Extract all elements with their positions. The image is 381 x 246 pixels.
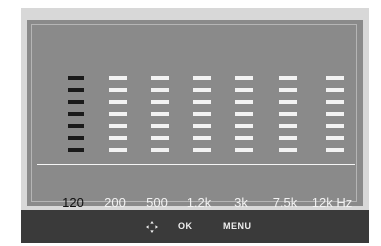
eq-level-segment bbox=[279, 76, 297, 80]
eq-band-label: 120 bbox=[62, 195, 84, 210]
eq-level-segment bbox=[151, 124, 169, 128]
eq-band-label: 200 bbox=[104, 195, 126, 210]
eq-level-segment bbox=[109, 76, 127, 80]
eq-level-segment bbox=[151, 76, 169, 80]
eq-level-segment bbox=[279, 148, 297, 152]
eq-level-segment bbox=[326, 124, 344, 128]
eq-level-segment bbox=[68, 136, 84, 140]
eq-band-label: 12k Hz bbox=[311, 195, 353, 210]
eq-level-bar bbox=[135, 71, 179, 161]
eq-level-segment bbox=[68, 148, 84, 152]
eq-level-segment bbox=[279, 112, 297, 116]
eq-level-segment bbox=[326, 148, 344, 152]
eq-level-segment bbox=[326, 112, 344, 116]
eq-level-segment bbox=[235, 76, 253, 80]
eq-level-segment bbox=[279, 124, 297, 128]
eq-level-bar bbox=[177, 71, 221, 161]
eq-level-segment bbox=[109, 112, 127, 116]
equalizer-bands: 120 200 500 1.2k 3k 7.5k 12k Hz bbox=[27, 20, 363, 210]
eq-level-bar bbox=[310, 71, 354, 161]
eq-band-label: 7.5k bbox=[272, 195, 298, 210]
four-way-arrows-icon bbox=[146, 221, 158, 233]
eq-level-segment bbox=[326, 76, 344, 80]
eq-level-segment bbox=[68, 88, 84, 92]
eq-level-segment bbox=[279, 100, 297, 104]
eq-level-segment bbox=[235, 88, 253, 92]
eq-level-segment bbox=[109, 136, 127, 140]
baseline-divider bbox=[37, 164, 355, 165]
eq-level-segment bbox=[151, 148, 169, 152]
eq-level-segment bbox=[68, 112, 84, 116]
eq-level-bar bbox=[219, 71, 263, 161]
eq-level-segment bbox=[193, 76, 211, 80]
eq-band-label: 500 bbox=[146, 195, 168, 210]
eq-level-segment bbox=[109, 100, 127, 104]
equalizer-panel: 120 200 500 1.2k 3k 7.5k 12k Hz bbox=[27, 20, 363, 210]
osd-footer: OK MENU bbox=[21, 210, 369, 243]
eq-level-bar bbox=[263, 71, 307, 161]
eq-level-segment bbox=[193, 124, 211, 128]
eq-level-bar bbox=[51, 71, 95, 161]
eq-level-segment bbox=[235, 136, 253, 140]
eq-level-segment bbox=[109, 148, 127, 152]
eq-level-segment bbox=[279, 88, 297, 92]
eq-level-segment bbox=[235, 100, 253, 104]
eq-level-segment bbox=[193, 112, 211, 116]
eq-band-label: 1.2k bbox=[186, 195, 212, 210]
menu-button[interactable]: MENU bbox=[223, 221, 252, 231]
eq-level-segment bbox=[193, 136, 211, 140]
eq-level-segment bbox=[68, 100, 84, 104]
eq-level-segment bbox=[151, 88, 169, 92]
tv-screen: 120 200 500 1.2k 3k 7.5k 12k Hz OK MENU bbox=[21, 8, 369, 243]
eq-level-segment bbox=[235, 112, 253, 116]
ok-button[interactable]: OK bbox=[178, 221, 193, 231]
eq-level-segment bbox=[193, 100, 211, 104]
eq-level-segment bbox=[326, 100, 344, 104]
eq-level-segment bbox=[279, 136, 297, 140]
eq-level-segment bbox=[326, 136, 344, 140]
eq-level-segment bbox=[235, 124, 253, 128]
eq-level-segment bbox=[68, 124, 84, 128]
eq-level-segment bbox=[193, 88, 211, 92]
eq-level-segment bbox=[109, 124, 127, 128]
eq-band-label: 3k bbox=[234, 195, 248, 210]
eq-level-segment bbox=[235, 148, 253, 152]
eq-level-segment bbox=[109, 88, 127, 92]
eq-level-segment bbox=[151, 112, 169, 116]
eq-level-segment bbox=[151, 136, 169, 140]
eq-level-segment bbox=[151, 100, 169, 104]
eq-level-bar bbox=[93, 71, 137, 161]
eq-level-segment bbox=[68, 76, 84, 80]
eq-level-segment bbox=[326, 88, 344, 92]
eq-level-segment bbox=[193, 148, 211, 152]
